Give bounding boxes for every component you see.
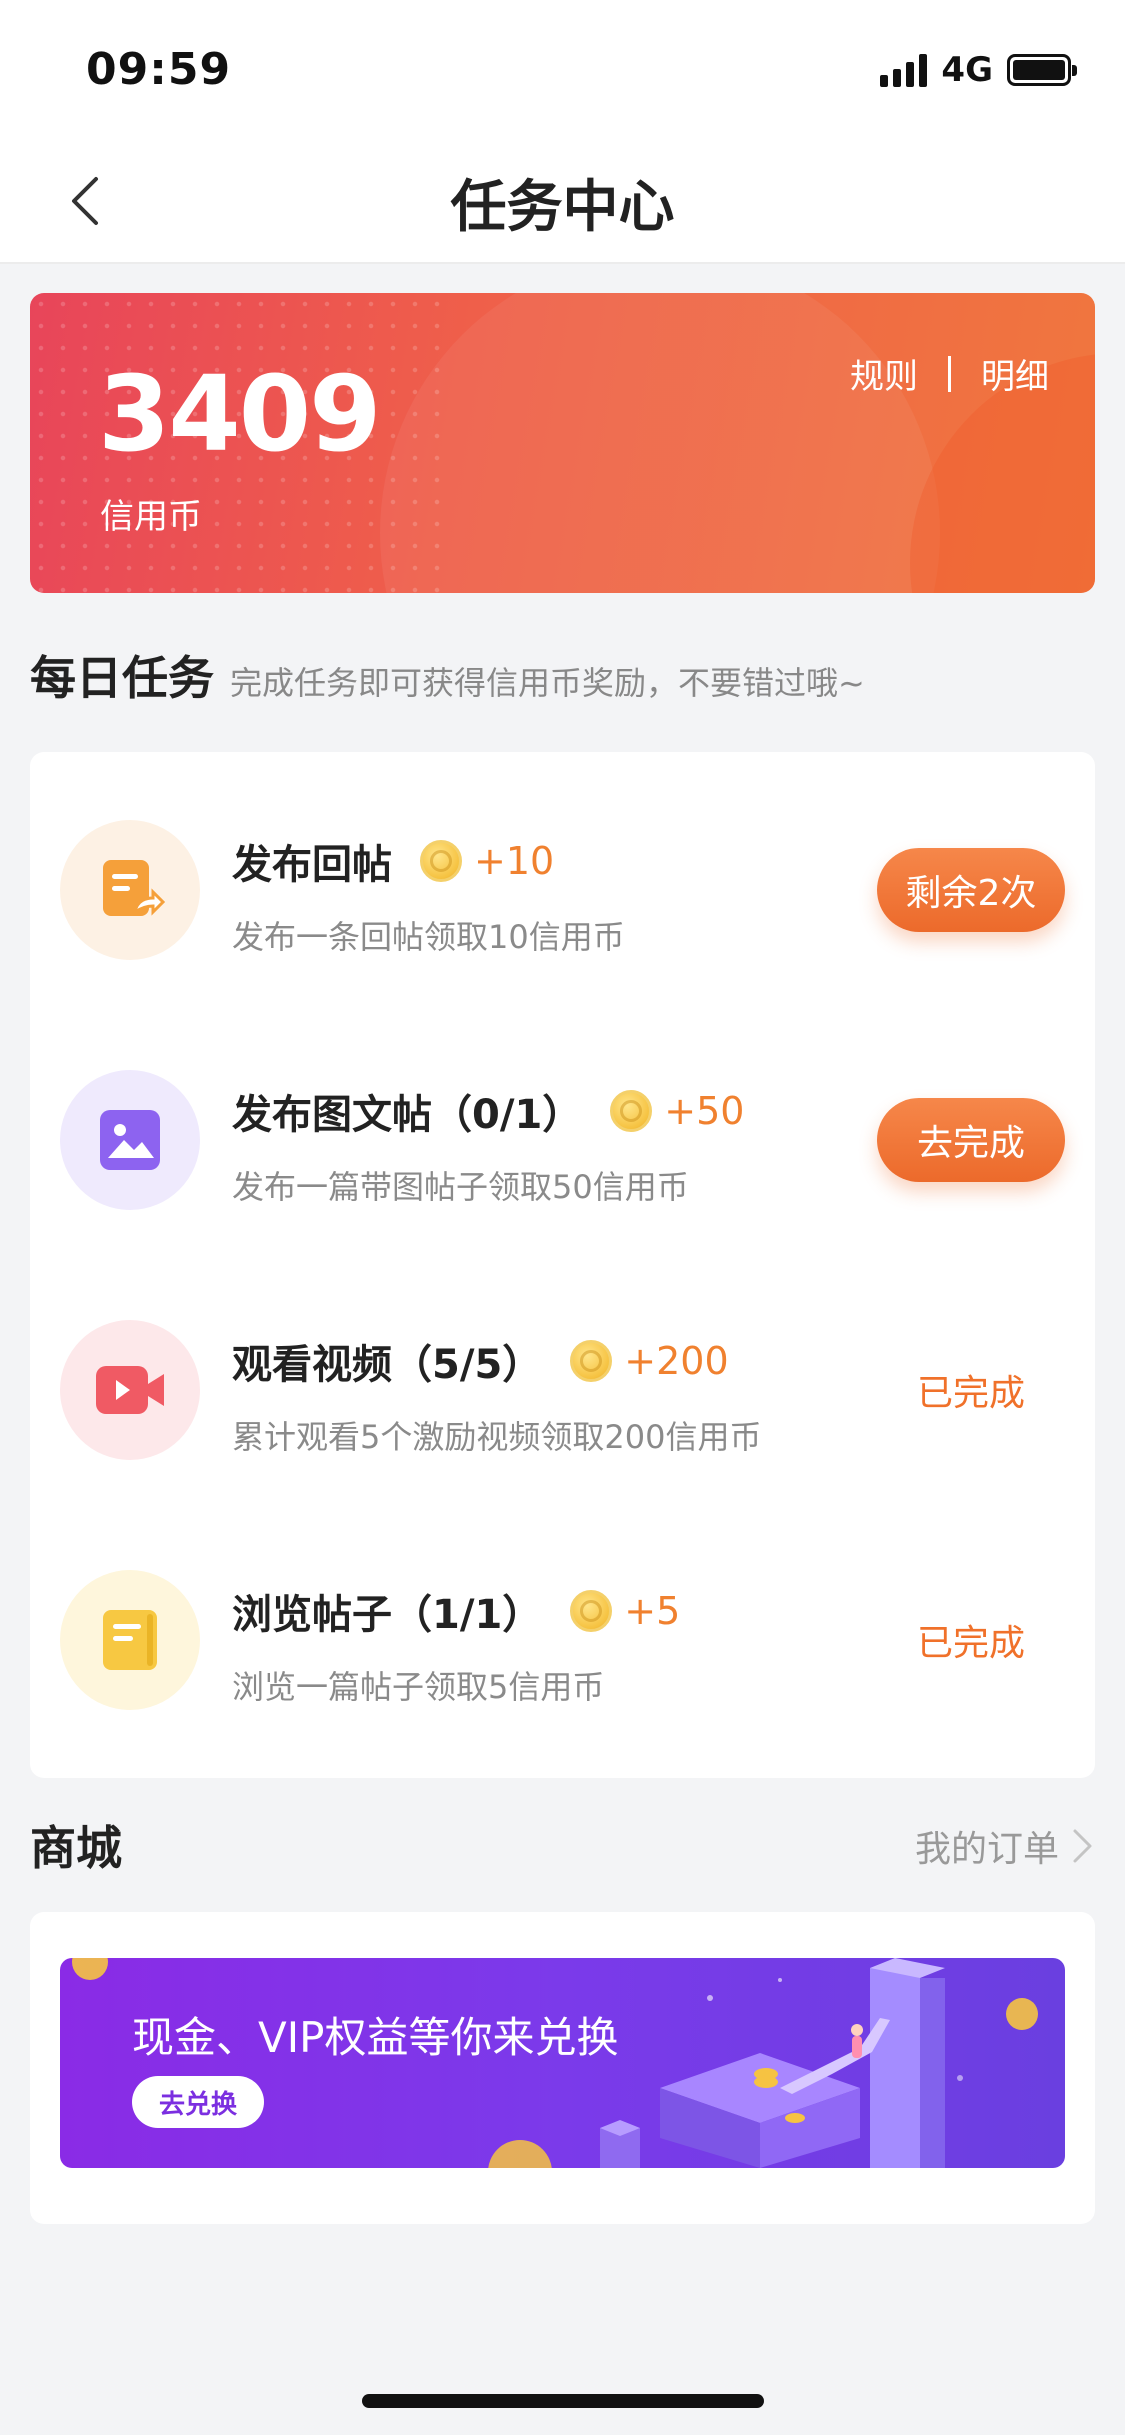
task-completed-label: 已完成 [916,1623,1025,1664]
task-item: 观看视频（5/5） +200 累计观看5个激励视频领取200信用币 已完成 [30,1252,1095,1502]
task-completed-label: 已完成 [916,1373,1025,1414]
task-list: 发布回帖 +10 发布一条回帖领取10信用币 剩余2次 发布图文帖（0/1） +… [30,752,1095,1778]
task-description: 发布一篇带图帖子领取50信用币 [232,1168,689,1206]
rules-link[interactable]: 规则 [850,349,918,398]
network-type: 4G [941,50,993,90]
detail-link[interactable]: 明细 [981,349,1049,398]
chevron-right-icon [1073,1829,1092,1863]
coin-icon [570,1340,613,1382]
go-complete-button[interactable]: 去完成 [877,1098,1065,1182]
task-item: 浏览帖子（1/1） +5 浏览一篇帖子领取5信用币 已完成 [30,1502,1095,1752]
task-item: 发布图文帖（0/1） +50 发布一篇带图帖子领取50信用币 去完成 [30,1002,1095,1252]
coin-icon [420,840,462,882]
section-subtitle: 完成任务即可获得信用币奖励，不要错过哦~ [230,664,865,702]
task-title: 观看视频（5/5） [232,1342,543,1388]
status-time: 09:59 [86,44,232,95]
status-indicators: 4G [880,50,1077,90]
remaining-times-button[interactable]: 剩余2次 [877,848,1065,932]
page-title: 任务中心 [450,175,675,240]
coin-icon [610,1090,653,1132]
credit-balance-card: 3409 信用币 规则 明细 [30,293,1095,593]
section-title: 商城 [30,1821,122,1875]
task-description: 累计观看5个激励视频领取200信用币 [232,1418,762,1456]
mall-panel: 现金、VIP权益等你来兑换 去兑换 [30,1912,1095,2224]
reply-post-icon [60,820,200,960]
task-item: 发布回帖 +10 发布一条回帖领取10信用币 剩余2次 [30,752,1095,1002]
image-post-icon [60,1070,200,1210]
redeem-button[interactable]: 去兑换 [132,2076,264,2128]
task-description: 发布一条回帖领取10信用币 [232,918,625,956]
status-bar: 09:59 4G [0,0,1125,140]
signal-icon [880,53,928,87]
video-icon [60,1320,200,1460]
nav-bar: 任务中心 [0,140,1125,264]
mall-header: 商城 我的订单 [30,1812,1095,1875]
task-reward: +10 [474,839,555,883]
home-indicator [362,2394,764,2408]
task-description: 浏览一篇帖子领取5信用币 [232,1668,605,1706]
task-title: 发布图文帖（0/1） [232,1092,583,1138]
coin-icon [570,1590,613,1632]
my-orders-label: 我的订单 [914,1829,1059,1870]
credit-label: 信用币 [100,497,202,537]
banner-text: 现金、VIP权益等你来兑换 [132,2013,619,2062]
task-reward: +200 [624,1339,729,1383]
my-orders-link[interactable]: 我的订单 [915,1820,1095,1872]
task-reward: +5 [624,1589,681,1633]
credit-balance: 3409 [98,353,381,475]
browse-post-icon [60,1570,200,1710]
task-reward: +50 [664,1089,745,1133]
daily-tasks-header: 每日任务 完成任务即可获得信用币奖励，不要错过哦~ [30,642,865,708]
exchange-banner[interactable]: 现金、VIP权益等你来兑换 去兑换 [60,1958,1065,2168]
task-title: 浏览帖子（1/1） [232,1592,543,1638]
link-divider [948,355,951,392]
task-title: 发布回帖 [232,842,392,888]
card-links: 规则 明细 [850,349,1049,398]
battery-icon [1007,54,1077,86]
section-title: 每日任务 [30,651,214,705]
